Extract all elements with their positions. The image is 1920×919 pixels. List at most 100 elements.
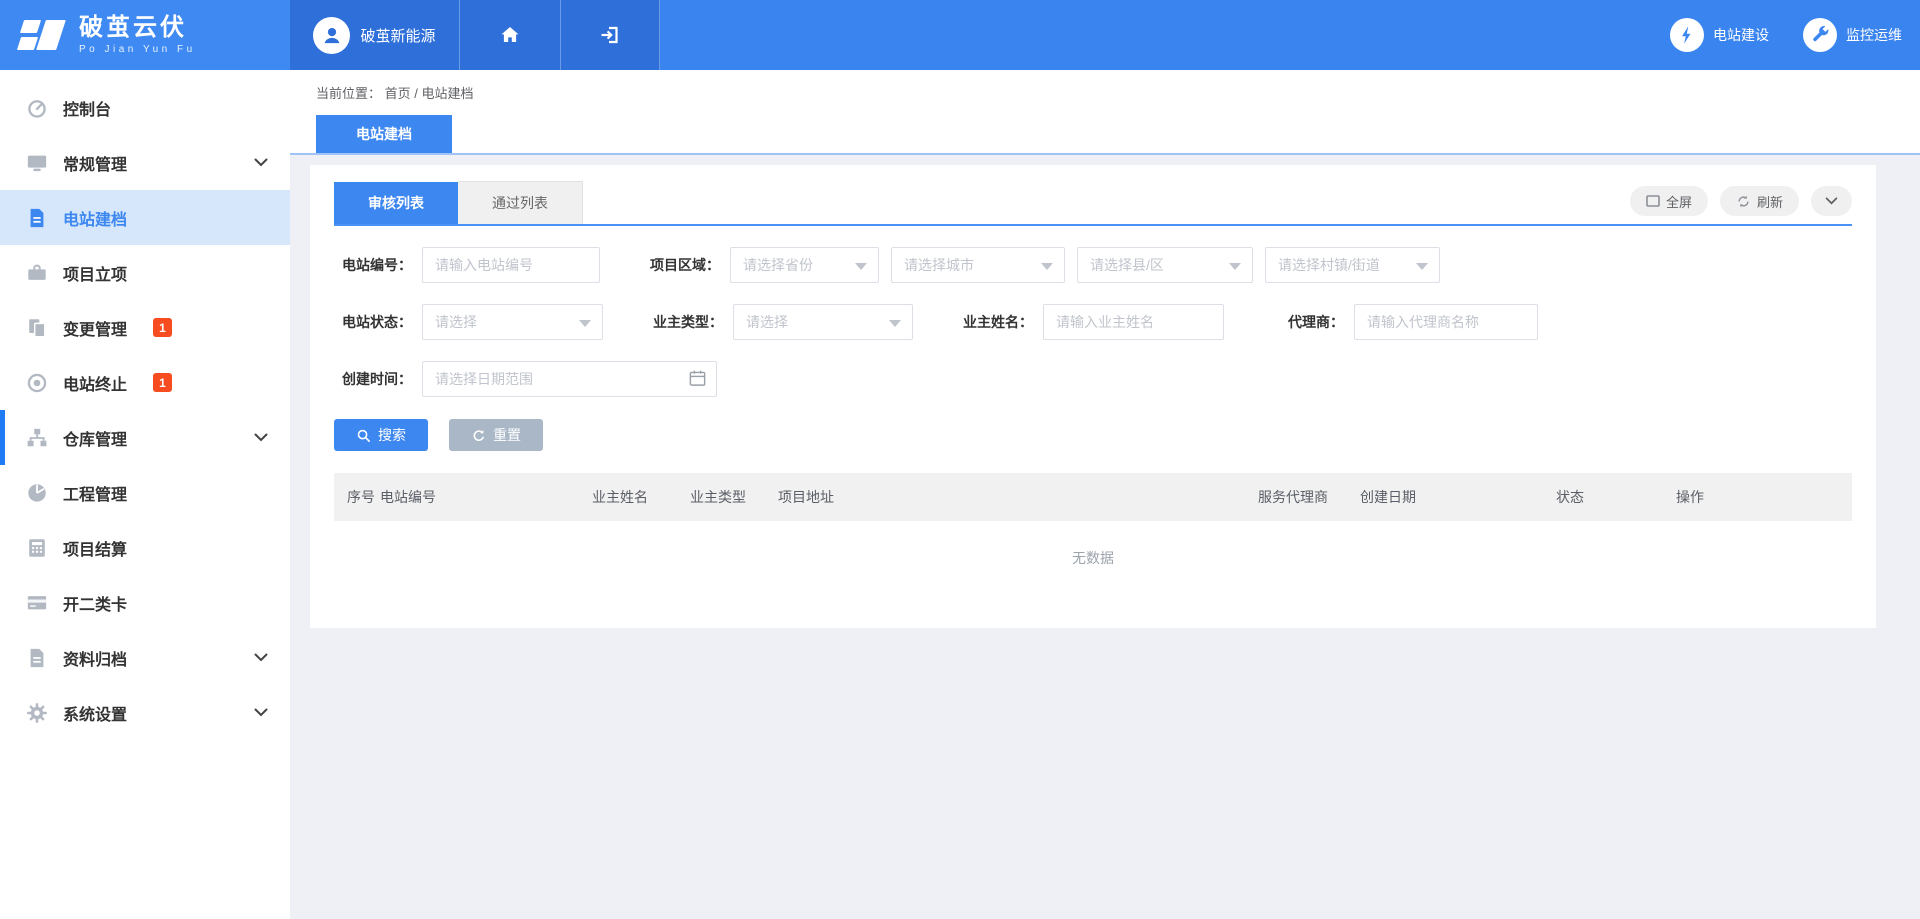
sidebar-item-project-initiation[interactable]: 项目立项	[0, 245, 290, 300]
caret-down-icon	[1229, 263, 1241, 270]
briefcase-icon	[26, 262, 48, 284]
gauge-icon	[26, 482, 48, 504]
calculator-icon	[26, 537, 48, 559]
chevron-down-icon	[1825, 197, 1838, 205]
station-build-button[interactable]: 电站建设	[1670, 18, 1769, 52]
col-actions: 操作	[1676, 487, 1852, 507]
page-tab-station-archive[interactable]: 电站建档	[316, 115, 452, 153]
sign-in-icon	[598, 23, 622, 47]
target-icon	[26, 372, 48, 394]
panel-card: 审核列表 通过列表 全屏	[310, 165, 1876, 628]
agent-label: 代理商：	[1266, 312, 1344, 332]
sitemap-icon	[26, 427, 48, 449]
col-owner-name: 业主姓名	[592, 487, 690, 507]
topbar-username: 破茧新能源	[360, 25, 435, 46]
col-agent: 服务代理商	[1258, 487, 1360, 507]
station-no-input[interactable]	[422, 247, 600, 283]
brand-subtitle: Po Jian Yun Fu	[79, 44, 196, 55]
sidebar: 控制台 常规管理 电站建档 项目立项 变更管理 1	[0, 70, 290, 919]
search-button[interactable]: 搜索	[334, 419, 428, 451]
owner-type-select[interactable]: 请选择	[733, 304, 913, 340]
file-icon	[26, 647, 48, 669]
top-bar: 破茧云伏 Po Jian Yun Fu 破茧新能源	[0, 0, 1920, 70]
tab-passed-list[interactable]: 通过列表	[458, 181, 583, 224]
sidebar-item-type2-card[interactable]: 开二类卡	[0, 575, 290, 630]
calendar-icon	[688, 368, 707, 388]
date-range-input[interactable]	[422, 361, 717, 397]
sidebar-item-change-mgmt[interactable]: 变更管理 1	[0, 300, 290, 355]
city-select[interactable]: 请选择城市	[891, 247, 1065, 283]
station-no-label: 电站编号：	[334, 255, 412, 275]
sidebar-item-data-archiving[interactable]: 资料归档	[0, 630, 290, 685]
credit-card-icon	[26, 592, 48, 614]
collapse-button[interactable]	[1811, 186, 1852, 216]
col-index: 序号	[347, 487, 380, 507]
chevron-down-icon	[254, 653, 268, 662]
monitor-ops-button[interactable]: 监控运维	[1803, 18, 1902, 52]
monitor-icon	[26, 152, 48, 174]
agent-input[interactable]	[1354, 304, 1538, 340]
table-empty-state: 无数据	[334, 521, 1852, 604]
monitor-ops-label: 监控运维	[1846, 25, 1902, 45]
sidebar-item-station-archive[interactable]: 电站建档	[0, 190, 290, 245]
chevron-down-icon	[254, 433, 268, 442]
caret-down-icon	[1041, 263, 1053, 270]
search-icon	[356, 428, 371, 443]
sidebar-item-engineering-mgmt[interactable]: 工程管理	[0, 465, 290, 520]
station-build-label: 电站建设	[1713, 25, 1769, 45]
refresh-icon	[1736, 194, 1751, 209]
caret-down-icon	[579, 320, 591, 327]
refresh-button[interactable]: 刷新	[1720, 186, 1799, 216]
col-address: 项目地址	[778, 487, 1258, 507]
logout-button[interactable]	[561, 0, 660, 70]
col-create-date: 创建日期	[1360, 487, 1556, 507]
breadcrumb: 当前位置： 首页 / 电站建档	[316, 83, 1920, 102]
date-range-picker[interactable]	[422, 361, 717, 397]
region-label: 项目区域：	[642, 255, 720, 275]
caret-down-icon	[889, 320, 901, 327]
sidebar-item-project-settlement[interactable]: 项目结算	[0, 520, 290, 575]
station-status-label: 电站状态：	[334, 312, 412, 332]
chevron-down-icon	[254, 158, 268, 167]
caret-down-icon	[855, 263, 867, 270]
province-select[interactable]: 请选择省份	[730, 247, 879, 283]
tabs-row: 审核列表 通过列表 全屏	[334, 181, 1852, 226]
copy-icon	[26, 317, 48, 339]
station-status-select[interactable]: 请选择	[422, 304, 603, 340]
table-header: 序号 电站编号 业主姓名 业主类型 项目地址 服务代理商 创建日期 状态 操作	[334, 473, 1852, 521]
topbar-user-section[interactable]: 破茧新能源	[290, 0, 460, 70]
town-select[interactable]: 请选择村镇/街道	[1265, 247, 1440, 283]
fullscreen-button[interactable]: 全屏	[1630, 186, 1708, 216]
reset-button[interactable]: 重置	[449, 419, 543, 451]
sidebar-item-console[interactable]: 控制台	[0, 80, 290, 135]
badge-count: 1	[153, 373, 172, 392]
dashboard-icon	[26, 97, 48, 119]
filter-actions: 搜索 重置	[334, 419, 1852, 451]
home-button[interactable]	[460, 0, 561, 70]
badge-count: 1	[153, 318, 172, 337]
county-select[interactable]: 请选择县/区	[1077, 247, 1253, 283]
sidebar-item-system-settings[interactable]: 系统设置	[0, 685, 290, 740]
fullscreen-icon	[1646, 195, 1660, 207]
owner-name-input[interactable]	[1043, 304, 1224, 340]
col-owner-type: 业主类型	[690, 487, 778, 507]
panel-toolbar: 全屏 刷新	[1630, 186, 1852, 216]
avatar	[313, 17, 350, 54]
owner-name-label: 业主姓名：	[955, 312, 1033, 332]
sidebar-item-general-mgmt[interactable]: 常规管理	[0, 135, 290, 190]
topbar-right: 电站建设 监控运维	[660, 0, 1920, 70]
breadcrumb-path[interactable]: 首页 / 电站建档	[385, 86, 474, 101]
page-header: 当前位置： 首页 / 电站建档 电站建档	[290, 70, 1920, 155]
brand-title: 破茧云伏	[79, 16, 196, 40]
tab-review-list[interactable]: 审核列表	[334, 182, 458, 224]
filter-row-3: 创建时间：	[334, 361, 1852, 397]
create-time-label: 创建时间：	[334, 369, 412, 389]
wrench-icon	[1803, 18, 1837, 52]
sidebar-item-warehouse-mgmt[interactable]: 仓库管理	[0, 410, 290, 465]
user-icon	[319, 22, 345, 48]
brand-logo: 破茧云伏 Po Jian Yun Fu	[0, 0, 290, 70]
main-area: 当前位置： 首页 / 电站建档 电站建档 审核列表 通过列表 全屏	[290, 70, 1920, 919]
sidebar-item-station-termination[interactable]: 电站终止 1	[0, 355, 290, 410]
reset-icon	[471, 428, 486, 443]
document-icon	[26, 207, 48, 229]
